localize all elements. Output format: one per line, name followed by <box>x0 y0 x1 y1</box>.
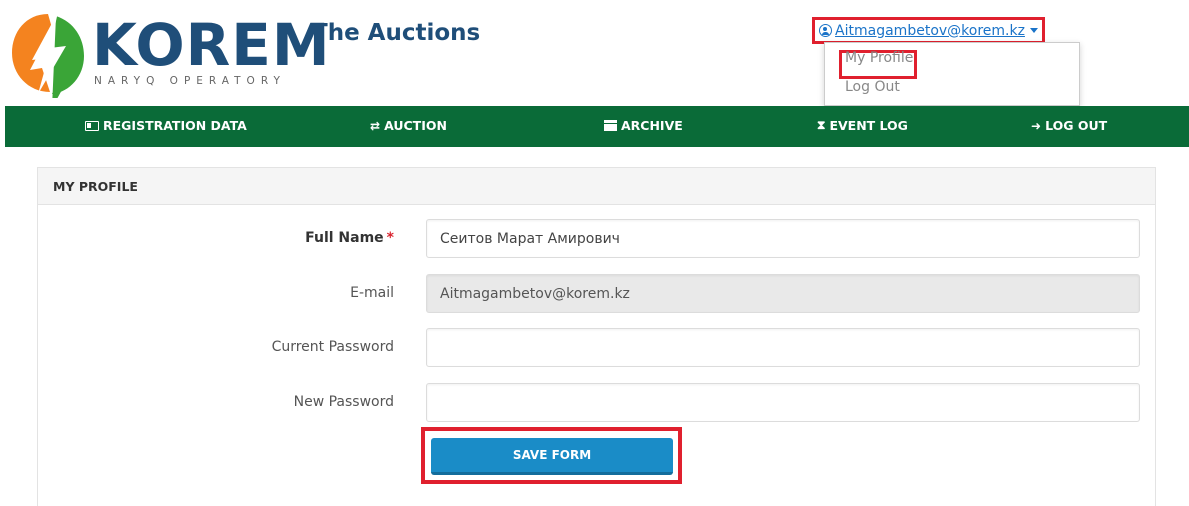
page-header: KOREM NARYQ OPERATORY The Auctions Aitma… <box>0 0 1189 106</box>
full-name-label-text: Full Name <box>305 230 384 246</box>
save-form-button[interactable]: SAVE FORM <box>431 438 673 475</box>
user-menu-toggle[interactable]: Aitmagambetov@korem.kz <box>812 17 1045 44</box>
main-nav: REGISTRATION DATA ⇄ AUCTION ARCHIVE ⧗ EV… <box>5 106 1189 147</box>
dropdown-item-log-out[interactable]: Log Out <box>845 79 900 95</box>
email-label: E-mail <box>350 285 394 301</box>
required-mark: * <box>386 230 394 246</box>
logo-wordmark: KOREM <box>92 11 331 79</box>
current-password-label: Current Password <box>271 339 394 355</box>
logo-tagline: NARYQ OPERATORY <box>94 75 286 87</box>
korem-logo[interactable]: KOREM NARYQ OPERATORY <box>8 8 330 100</box>
dropdown-item-my-profile[interactable]: My Profile <box>845 50 913 66</box>
exchange-arrows-icon: ⇄ <box>370 118 381 133</box>
new-password-label: New Password <box>293 394 394 410</box>
lightning-logo-icon <box>12 12 84 98</box>
nav-label: EVENT LOG <box>829 118 908 133</box>
nav-item-auction[interactable]: ⇄ AUCTION <box>370 118 447 133</box>
nav-label: AUCTION <box>384 118 447 133</box>
caret-down-icon <box>1029 28 1038 33</box>
hourglass-icon: ⧗ <box>817 118 826 132</box>
user-dropdown-menu: My Profile Log Out <box>824 42 1080 106</box>
nav-label: LOG OUT <box>1045 118 1108 133</box>
panel-heading: MY PROFILE <box>38 168 1155 205</box>
nav-label: ARCHIVE <box>621 118 683 133</box>
full-name-field[interactable]: Сеитов Марат Амирович <box>426 219 1140 258</box>
archive-box-icon <box>604 120 617 131</box>
nav-item-event-log[interactable]: ⧗ EVENT LOG <box>817 118 908 133</box>
nav-label: REGISTRATION DATA <box>103 118 247 133</box>
nav-item-log-out[interactable]: ➜ LOG OUT <box>1031 118 1107 133</box>
sign-out-icon: ➜ <box>1031 118 1042 133</box>
user-circle-icon <box>819 24 833 37</box>
new-password-field[interactable] <box>426 383 1140 422</box>
user-email-link[interactable]: Aitmagambetov@korem.kz <box>835 23 1025 39</box>
nav-item-archive[interactable]: ARCHIVE <box>604 118 683 133</box>
email-field: Aitmagambetov@korem.kz <box>426 274 1140 313</box>
nav-item-registration-data[interactable]: REGISTRATION DATA <box>85 118 247 133</box>
current-password-field[interactable] <box>426 328 1140 367</box>
id-card-icon <box>85 120 99 131</box>
full-name-label: Full Name * <box>174 230 394 246</box>
app-title: The Auctions <box>312 20 481 46</box>
save-button-highlight: SAVE FORM <box>421 427 682 484</box>
